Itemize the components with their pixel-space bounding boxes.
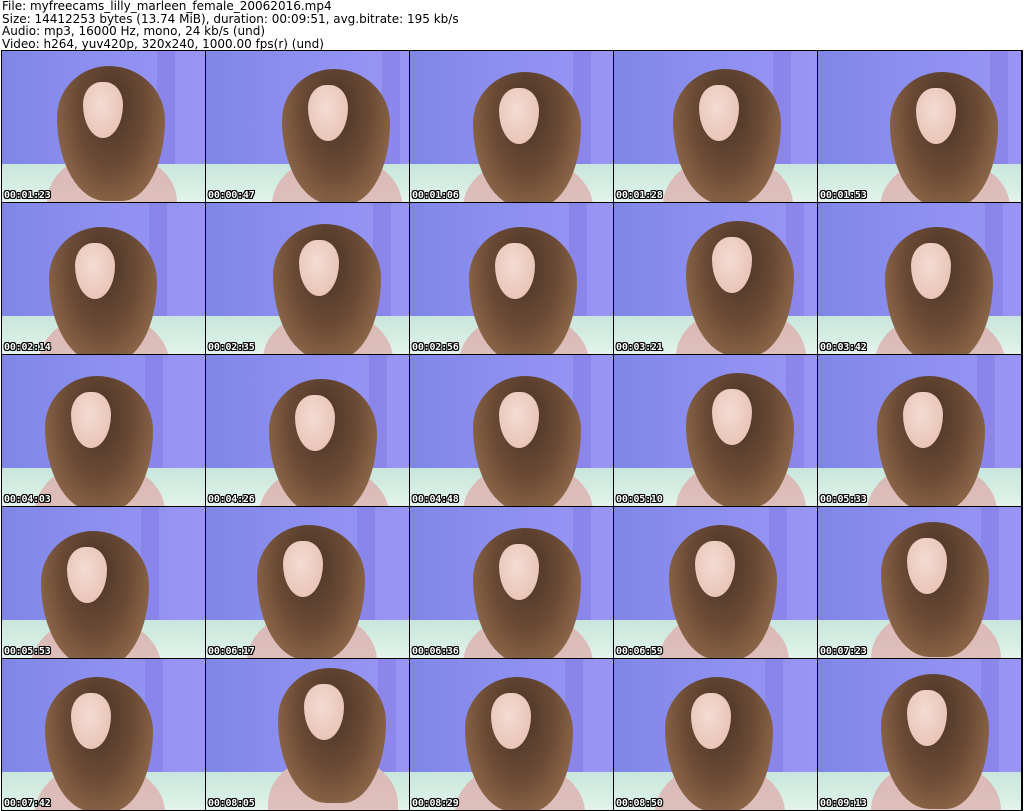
thumbnail-timestamp: 00:02:35 <box>208 342 255 353</box>
video-thumbnail: 00:06:36 <box>410 507 613 658</box>
thumbnail-timestamp: 00:04:03 <box>4 494 51 505</box>
video-thumbnail: 00:01:28 <box>614 51 817 202</box>
video-info-line: Video: h264, yuv420p, 320x240, 1000.00 f… <box>2 36 324 51</box>
video-thumbnail: 00:02:35 <box>206 203 409 354</box>
thumbnail-timestamp: 00:04:48 <box>412 494 459 505</box>
video-thumbnail: 00:01:06 <box>410 51 613 202</box>
video-thumbnail: 00:03:21 <box>614 203 817 354</box>
video-info-header: File: myfreecams_lilly_marleen_female_20… <box>2 0 1020 50</box>
video-thumbnail: 00:07:23 <box>818 507 1021 658</box>
video-thumbnail: 00:04:26 <box>206 355 409 506</box>
video-thumbnail: 00:01:53 <box>818 51 1021 202</box>
thumbnail-timestamp: 00:05:33 <box>820 494 867 505</box>
thumbnail-grid: 00:01:23 00:00:47 00:01:06 00:01:28 00:01:53… <box>1 50 1023 811</box>
video-thumbnail: 00:02:14 <box>2 203 205 354</box>
thumbnail-timestamp: 00:09:13 <box>820 798 867 809</box>
thumbnail-timestamp: 00:00:47 <box>208 190 255 201</box>
thumbnail-timestamp: 00:02:14 <box>4 342 51 353</box>
thumbnail-timestamp: 00:06:36 <box>412 646 459 657</box>
thumbnail-timestamp: 00:01:53 <box>820 190 867 201</box>
video-thumbnail: 00:06:17 <box>206 507 409 658</box>
video-thumbnail: 00:08:29 <box>410 659 613 810</box>
video-thumbnail: 00:02:56 <box>410 203 613 354</box>
thumbnail-timestamp: 00:06:59 <box>616 646 663 657</box>
thumbnail-timestamp: 00:01:23 <box>4 190 51 201</box>
thumbnail-timestamp: 00:05:53 <box>4 646 51 657</box>
thumbnail-timestamp: 00:08:29 <box>412 798 459 809</box>
video-thumbnail: 00:07:42 <box>2 659 205 810</box>
video-thumbnail: 00:05:53 <box>2 507 205 658</box>
thumbnail-timestamp: 00:08:50 <box>616 798 663 809</box>
video-thumbnail: 00:01:23 <box>2 51 205 202</box>
thumbnail-timestamp: 00:08:05 <box>208 798 255 809</box>
video-thumbnail: 00:04:03 <box>2 355 205 506</box>
thumbnail-timestamp: 00:04:26 <box>208 494 255 505</box>
video-thumbnail: 00:08:05 <box>206 659 409 810</box>
video-thumbnail: 00:09:13 <box>818 659 1021 810</box>
thumbnail-timestamp: 00:07:23 <box>820 646 867 657</box>
video-thumbnail: 00:00:47 <box>206 51 409 202</box>
thumbnail-timestamp: 00:01:06 <box>412 190 459 201</box>
thumbnail-timestamp: 00:03:42 <box>820 342 867 353</box>
video-thumbnail: 00:04:48 <box>410 355 613 506</box>
thumbnail-timestamp: 00:01:28 <box>616 190 663 201</box>
video-thumbnail: 00:05:33 <box>818 355 1021 506</box>
thumbnail-timestamp: 00:06:17 <box>208 646 255 657</box>
file-info-line: File: myfreecams_lilly_marleen_female_20… <box>2 0 332 13</box>
thumbnail-timestamp: 00:05:10 <box>616 494 663 505</box>
video-thumbnail: 00:05:10 <box>614 355 817 506</box>
video-thumbnail: 00:08:50 <box>614 659 817 810</box>
thumbnail-timestamp: 00:03:21 <box>616 342 663 353</box>
thumbnail-timestamp: 00:02:56 <box>412 342 459 353</box>
video-thumbnail: 00:03:42 <box>818 203 1021 354</box>
audio-info-line: Audio: mp3, 16000 Hz, mono, 24 kb/s (und… <box>2 24 266 38</box>
video-thumbnail: 00:06:59 <box>614 507 817 658</box>
thumbnail-timestamp: 00:07:42 <box>4 798 51 809</box>
